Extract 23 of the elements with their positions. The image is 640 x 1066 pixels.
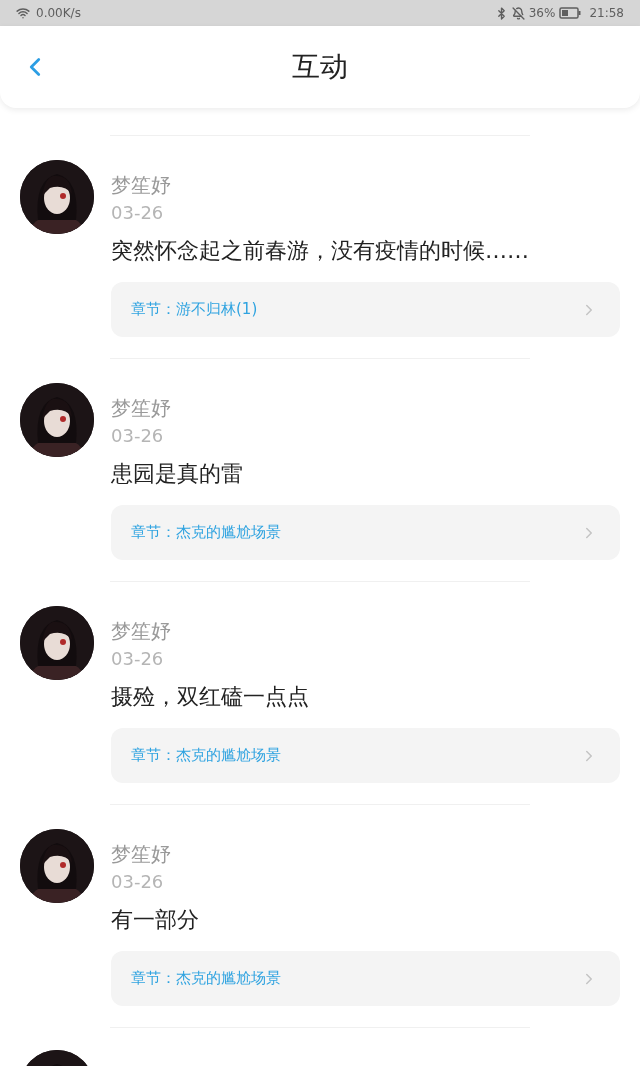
post-date: 03-26	[111, 870, 165, 894]
post-date: 03-26	[111, 201, 165, 225]
post-date: 03-26	[111, 647, 165, 671]
chapter-link[interactable]: 章节：游不归林(1)	[111, 282, 620, 337]
bell-off-icon	[511, 6, 525, 20]
chapter-link[interactable]: 章节：杰克的尴尬场景	[111, 505, 620, 560]
network-speed: 0.00K/s	[36, 5, 81, 22]
comment-text: 有一部分	[111, 906, 200, 934]
comment-text: 摄殓，双红磕一点点	[111, 683, 310, 711]
user-name: 梦笙妤	[111, 841, 172, 868]
page-title: 互动	[292, 49, 348, 85]
clock: 21:58	[589, 5, 624, 22]
chapter-link[interactable]: 章节：杰克的尴尬场景	[111, 951, 620, 1006]
chapter-link[interactable]: 章节：杰克的尴尬场景	[111, 728, 620, 783]
user-name: 梦笙妤	[111, 172, 172, 199]
user-name: 梦笙妤	[111, 618, 172, 645]
wifi-icon	[16, 6, 30, 20]
comment-text: 突然怀念起之前春游，没有疫情的时候……	[111, 237, 530, 265]
user-name: 梦笙妤	[111, 395, 172, 422]
battery-percent: 36%	[528, 5, 556, 22]
battery-icon	[559, 7, 582, 19]
comment-text: 患园是真的雷	[111, 460, 244, 488]
post-date: 03-26	[111, 424, 165, 448]
